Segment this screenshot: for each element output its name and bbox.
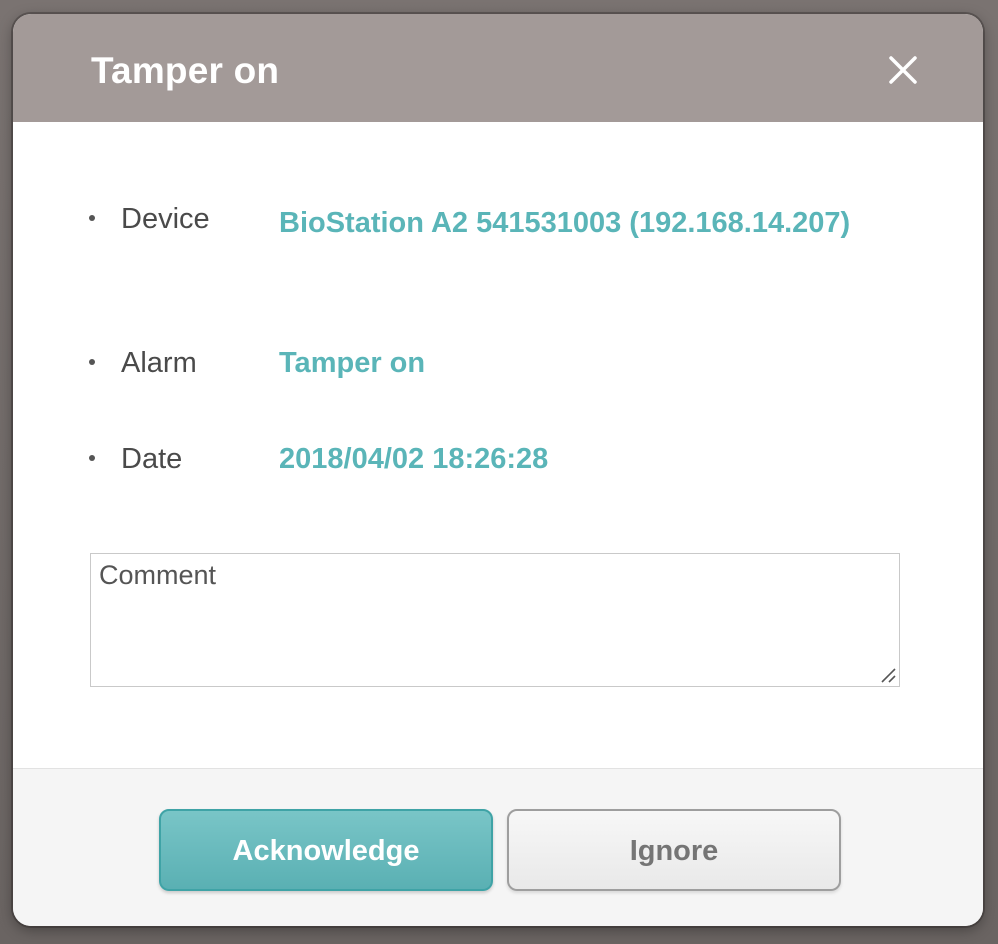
device-label: Device	[121, 203, 210, 235]
dialog-header: Tamper on	[13, 14, 983, 122]
bullet-icon	[89, 359, 95, 365]
comment-textarea[interactable]	[90, 553, 900, 687]
ignore-button[interactable]: Ignore	[507, 809, 841, 891]
dialog-footer: Acknowledge Ignore	[13, 768, 983, 926]
close-icon	[889, 56, 917, 84]
bullet-icon	[89, 455, 95, 461]
alarm-value: Tamper on	[279, 347, 426, 379]
device-value: BioStation A2 541531003 (192.168.14.207)	[279, 207, 851, 239]
acknowledge-button[interactable]: Acknowledge	[159, 809, 493, 891]
alarm-dialog: Tamper on Device BioStation A2 541531003…	[13, 14, 983, 926]
date-label: Date	[121, 443, 183, 475]
alarm-label: Alarm	[121, 347, 197, 379]
bullet-icon	[89, 215, 95, 221]
dialog-title: Tamper on	[91, 50, 280, 91]
date-value: 2018/04/02 18:26:28	[279, 443, 549, 475]
close-button[interactable]	[883, 50, 923, 90]
